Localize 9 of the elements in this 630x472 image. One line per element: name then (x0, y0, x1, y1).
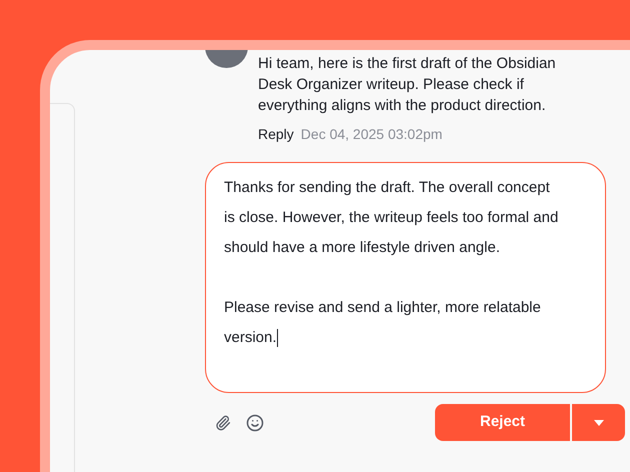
message-timestamp: Dec 04, 2025 03:02pm (300, 125, 442, 144)
emoji-icon[interactable] (246, 414, 264, 432)
dropdown-button[interactable] (572, 404, 625, 441)
reply-input-field[interactable]: Thanks for sending the draft. The overall concept is close. However, the writeup feels too formal and should have a more lifestyle driven angle. Please revise and send a lighter, more relatable version. (205, 162, 606, 393)
message-text: Hi team, here is the first draft of the Obsidian Desk Organizer writeup. Please check if everything aligns with the product direction. (258, 54, 557, 116)
attachment-icon[interactable] (215, 414, 231, 432)
reply-link[interactable]: Reply (258, 124, 294, 145)
caret-icon (594, 420, 604, 426)
text-cursor (276, 329, 278, 348)
